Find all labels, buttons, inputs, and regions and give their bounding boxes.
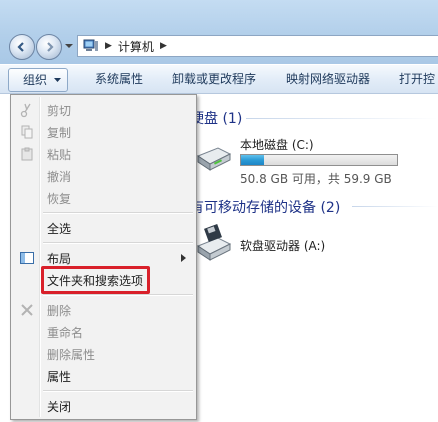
breadcrumb-separator-icon[interactable]: ▶ [105, 41, 112, 51]
delete-x-icon [21, 304, 33, 316]
hard-drive-icon[interactable] [196, 142, 232, 172]
address-bar[interactable]: ▶ 计算机 ▶ [77, 35, 438, 57]
group-divider [352, 206, 438, 207]
command-toolbar: 组织 系统属性 卸载或更改程序 映射网络驱动器 打开控 [0, 64, 438, 94]
system-properties-button[interactable]: 系统属性 [95, 65, 143, 94]
layout-icon [20, 252, 34, 264]
menu-item-label: 删除属性 [47, 348, 96, 362]
forward-button[interactable] [36, 34, 62, 60]
menu-item-label: 恢复 [47, 192, 72, 206]
disk-capacity-fill [241, 155, 265, 165]
breadcrumb-computer[interactable]: 计算机 [118, 38, 154, 55]
menu-item-label: 复制 [47, 126, 72, 140]
menu-item-copy[interactable]: 复制 [13, 121, 194, 143]
title-bar: ▶ 计算机 ▶ [0, 0, 438, 64]
menu-separator [43, 242, 193, 244]
group-divider [246, 118, 438, 119]
floppy-drive-icon[interactable] [196, 224, 232, 262]
organize-button[interactable]: 组织 [8, 68, 68, 92]
breadcrumb-separator-icon[interactable]: ▶ [160, 41, 167, 51]
menu-item-undo[interactable]: 撤消 [13, 165, 194, 187]
menu-item-properties[interactable]: 属性 [13, 365, 194, 387]
menu-item-label: 剪切 [47, 104, 72, 118]
disk-capacity-text: 50.8 GB 可用，共 59.9 GB [240, 172, 392, 186]
open-control-panel-button[interactable]: 打开控 [399, 65, 435, 94]
computer-icon [83, 39, 98, 51]
highlight-annotation-box [41, 266, 150, 294]
menu-separator [43, 294, 193, 296]
menu-item-redo[interactable]: 恢复 [13, 187, 194, 209]
floppy-drive-a-name[interactable]: 软盘驱动器 (A:) [240, 237, 325, 254]
menu-item-remove-properties[interactable]: 删除属性 [13, 343, 194, 365]
scissors-icon [20, 103, 31, 118]
paste-icon [21, 147, 33, 161]
menu-item-label: 粘贴 [47, 148, 72, 162]
removable-storage-group-title[interactable]: 有可移动存储的设备 (2) [190, 197, 340, 217]
menu-item-select-all[interactable]: 全选 [13, 217, 194, 239]
menu-item-label: 关闭 [47, 400, 72, 414]
menu-item-cut[interactable]: 剪切 [13, 99, 194, 121]
uninstall-program-button[interactable]: 卸载或更改程序 [172, 65, 256, 94]
menu-item-label: 撤消 [47, 170, 72, 184]
forward-arrow-icon [47, 42, 54, 52]
menu-item-label: 删除 [47, 304, 72, 318]
organize-menu: 剪切 复制 粘贴 撤消 恢复 全选 布局 文件夹和搜索选项 删除 重命名 删除属… [10, 94, 197, 420]
menu-item-paste[interactable]: 粘贴 [13, 143, 194, 165]
menu-item-close[interactable]: 关闭 [13, 395, 194, 417]
menu-item-delete[interactable]: 删除 [13, 299, 194, 321]
menu-item-label: 重命名 [47, 326, 84, 340]
organize-label: 组织 [23, 73, 48, 87]
menu-item-label: 布局 [47, 252, 72, 266]
chevron-down-icon [54, 78, 61, 82]
copy-icon [21, 125, 33, 139]
menu-item-label: 属性 [47, 370, 72, 384]
disk-capacity-bar [240, 154, 398, 166]
submenu-arrow-icon [181, 254, 186, 262]
menu-item-label: 全选 [47, 222, 72, 236]
local-disk-c-name[interactable]: 本地磁盘 (C:) [240, 136, 314, 153]
map-network-drive-button[interactable]: 映射网络驱动器 [286, 65, 370, 94]
back-arrow-icon [17, 42, 24, 52]
menu-separator [43, 390, 193, 392]
hard-disks-group-title[interactable]: 硬盘 (1) [190, 108, 242, 128]
back-button[interactable] [9, 34, 35, 60]
recent-pages-dropdown-icon[interactable] [65, 42, 73, 50]
menu-item-rename[interactable]: 重命名 [13, 321, 194, 343]
menu-separator [43, 212, 193, 214]
